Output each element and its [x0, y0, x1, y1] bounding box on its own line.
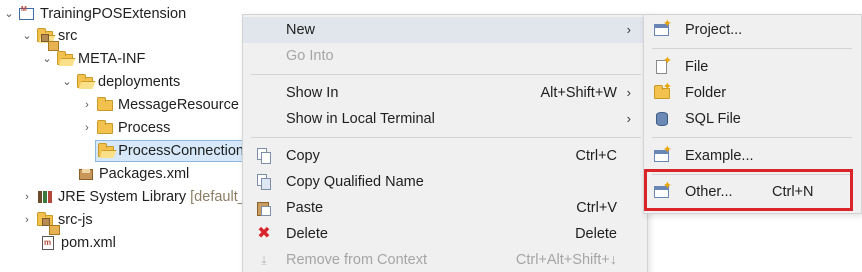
library-icon [37, 189, 53, 205]
tree-item-label: Packages.xml [99, 166, 190, 182]
folder-icon [97, 97, 113, 113]
menu-separator [251, 137, 641, 138]
menu-item-shortcut: Alt+Shift+W [540, 85, 617, 101]
menu-item-copy-qualified-name[interactable]: Copy Qualified Name [243, 169, 647, 195]
tree-item-label: ProcessConnection [118, 143, 244, 159]
submenu-item-sql-file[interactable]: SQL File [644, 106, 861, 132]
submenu-arrow-icon: › [626, 111, 631, 126]
menu-item-shortcut: Ctrl+C [575, 148, 618, 164]
tree-item-decoration: [default_ [190, 189, 246, 205]
tree-item-label: JRE System Library [58, 189, 187, 205]
submenu-item-project[interactable]: ✦ Project... [644, 17, 861, 43]
menu-separator [652, 137, 852, 138]
submenu-arrow-icon: › [626, 22, 631, 37]
tree-item-label: src [58, 28, 78, 44]
tree-item-label: Process [118, 120, 171, 136]
menu-item-label: Show In [286, 85, 339, 101]
menu-item-label: Copy Qualified Name [286, 174, 424, 190]
submenu-arrow-icon: › [626, 85, 631, 100]
tree-item-label: META-INF [78, 51, 146, 67]
new-file-icon: ✦ [654, 56, 672, 75]
context-menu: New › Go Into Show In Alt+Shift+W › Show… [242, 14, 648, 272]
tree-item-messageresource[interactable]: › MessageResource [80, 94, 239, 116]
tree-item-meta-inf[interactable]: ⌄ META-INF [40, 48, 145, 70]
tree-item-processconnection[interactable]: ProcessConnection [95, 140, 245, 162]
submenu-item-label: Project... [685, 22, 743, 38]
package-icon [78, 166, 94, 182]
tree-item-process[interactable]: › Process [80, 117, 170, 139]
chevron-right-icon[interactable]: › [20, 186, 34, 208]
menu-item-remove-from-context[interactable]: ⤓ Remove from Context Ctrl+Alt+Shift+↓ [243, 247, 647, 272]
chevron-down-icon[interactable]: ⌄ [60, 71, 74, 93]
chevron-down-icon[interactable]: ⌄ [20, 25, 34, 47]
menu-item-shortcut: Ctrl+V [576, 200, 617, 216]
menu-item-shortcut: Ctrl+Alt+Shift+↓ [515, 252, 617, 268]
menu-item-paste[interactable]: Paste Ctrl+V [243, 195, 647, 221]
source-folder-icon [37, 212, 60, 235]
tree-item-label: TrainingPOSExtension [40, 6, 187, 22]
new-example-icon: ✦ [654, 145, 672, 164]
chevron-right-icon[interactable]: › [80, 117, 94, 139]
menu-item-show-in-terminal[interactable]: Show in Local Terminal › [243, 106, 647, 132]
submenu-item-label: Folder [685, 85, 727, 101]
menu-item-label: New [286, 22, 316, 38]
submenu-item-label: Example... [685, 148, 754, 164]
source-folder-icon [37, 28, 59, 51]
submenu-item-example[interactable]: ✦ Example... [644, 143, 861, 169]
menu-item-delete[interactable]: ✖ Delete Delete [243, 221, 647, 247]
tree-item-deployments[interactable]: ⌄ deployments [60, 71, 180, 93]
menu-item-show-in[interactable]: Show In Alt+Shift+W › [243, 80, 647, 106]
tree-item-src-js[interactable]: › src-js [20, 209, 93, 235]
delete-icon: ✖ [257, 225, 271, 242]
new-folder-icon: ✦ [654, 82, 672, 101]
chevron-down-icon[interactable]: ⌄ [2, 3, 16, 25]
tree-item-packages-xml[interactable]: Packages.xml [75, 163, 189, 185]
tree-item-label: MessageResource [118, 97, 239, 113]
submenu-item-label: File [685, 59, 709, 75]
submenu-item-folder[interactable]: ✦ Folder [644, 80, 861, 106]
chevron-right-icon[interactable]: › [80, 94, 94, 116]
copy-icon [256, 148, 272, 164]
tree-item-label: deployments [98, 74, 181, 90]
copy-qualified-name-icon [256, 174, 272, 190]
tree-item-label: pom.xml [61, 235, 116, 251]
chevron-right-icon[interactable]: › [20, 209, 34, 231]
remove-context-icon: ⤓ [261, 253, 267, 267]
chevron-down-icon[interactable]: ⌄ [40, 48, 54, 70]
new-project-icon: ✦ [654, 19, 672, 38]
menu-item-new[interactable]: New › [243, 17, 647, 43]
menu-item-label: Show in Local Terminal [286, 111, 435, 127]
folder-icon [97, 120, 113, 136]
submenu-item-file[interactable]: ✦ File [644, 54, 861, 80]
maven-file-icon: m [40, 235, 56, 251]
menu-item-label: Copy [286, 148, 320, 164]
annotation-highlight-box [644, 169, 853, 211]
menu-item-label: Remove from Context [286, 252, 428, 268]
tree-item-src[interactable]: ⌄ src [20, 25, 78, 51]
sql-file-icon [654, 111, 670, 127]
menu-item-go-into[interactable]: Go Into [243, 43, 647, 69]
tree-item-jre-library[interactable]: › JRE System Library [default_ [20, 186, 246, 208]
menu-separator [251, 74, 641, 75]
menu-item-label: Paste [286, 200, 324, 216]
maven-project-icon: M [19, 6, 35, 22]
folder-open-icon [57, 51, 73, 67]
menu-item-copy[interactable]: Copy Ctrl+C [243, 143, 647, 169]
folder-open-icon [77, 74, 93, 90]
tree-item-pom-xml[interactable]: m pom.xml [37, 232, 116, 254]
tree-item-label: src-js [58, 212, 93, 228]
submenu-item-label: SQL File [685, 111, 741, 127]
tree-item-project[interactable]: ⌄ M TrainingPOSExtension [2, 3, 186, 25]
folder-open-icon [98, 143, 114, 159]
project-explorer-tree: ⌄ M TrainingPOSExtension ⌄ src ⌄ META-IN… [0, 0, 250, 272]
menu-item-shortcut: Delete [575, 226, 617, 242]
paste-icon [256, 200, 272, 216]
menu-item-label: Go Into [286, 48, 334, 64]
menu-item-label: Delete [286, 226, 328, 242]
menu-separator [652, 48, 852, 49]
